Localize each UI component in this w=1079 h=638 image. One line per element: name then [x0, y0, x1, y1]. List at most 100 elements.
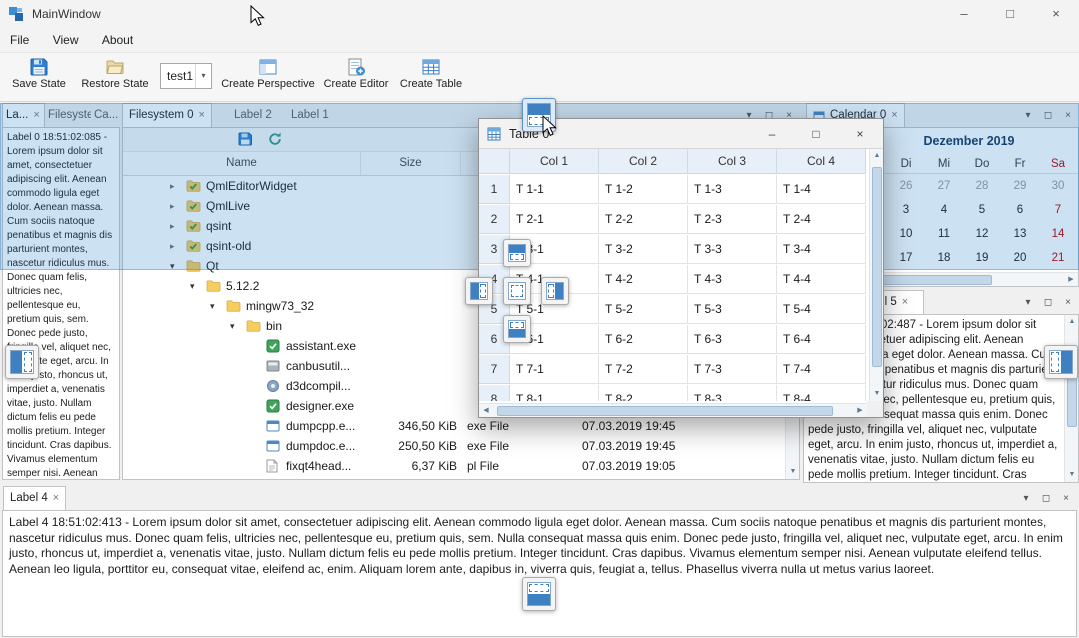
scroll-right-icon[interactable]: ▶: [853, 404, 867, 418]
label4-close-icon[interactable]: ×: [1058, 491, 1074, 506]
restore-state-button[interactable]: Restore State: [76, 55, 154, 100]
table-corner-header[interactable]: [479, 149, 510, 174]
window-maximize-button[interactable]: □: [987, 0, 1033, 28]
table-cell[interactable]: T 3-4: [777, 235, 866, 264]
drop-indicator-area-top[interactable]: [503, 239, 531, 267]
tree-item-name: bin: [266, 316, 282, 336]
drop-indicator-edge-bottom[interactable]: [522, 577, 556, 611]
table-cell[interactable]: T 1-2: [599, 175, 688, 204]
scroll-right-icon[interactable]: ▶: [1064, 273, 1078, 287]
exe-green-icon: [266, 399, 282, 413]
label4-float-icon[interactable]: ◻: [1038, 491, 1054, 506]
save-state-label: Save State: [6, 78, 72, 90]
tree-row[interactable]: fixqt4head...6,37 KiBpl File07.03.2019 1…: [123, 456, 785, 476]
table-cell[interactable]: T 7-1: [510, 355, 599, 384]
table-column-header[interactable]: Col 1: [510, 149, 599, 174]
table-cell[interactable]: T 6-2: [599, 325, 688, 354]
table-cell[interactable]: T 7-2: [599, 355, 688, 384]
table-row-header[interactable]: 1: [479, 175, 510, 204]
drop-indicator-area-right[interactable]: [541, 277, 569, 305]
table-row-header[interactable]: 7: [479, 355, 510, 384]
tree-expander-icon[interactable]: ▾: [230, 316, 244, 336]
scroll-up-icon[interactable]: ▲: [1065, 315, 1079, 329]
label5-vscrollbar[interactable]: ▲ ▼: [1064, 315, 1078, 482]
drop-indicator-edge-right[interactable]: [1044, 345, 1078, 379]
scroll-left-icon[interactable]: ◀: [479, 404, 493, 418]
table-cell[interactable]: T 1-3: [688, 175, 777, 204]
table-column-header[interactable]: Col 3: [688, 149, 777, 174]
save-state-button[interactable]: Save State: [6, 55, 72, 100]
table-cell[interactable]: T 1-1: [510, 175, 599, 204]
perspective-combo[interactable]: test1 ▾: [160, 63, 212, 89]
table-cell[interactable]: T 2-2: [599, 205, 688, 234]
create-editor-button[interactable]: Create Editor: [320, 55, 392, 100]
titlebar[interactable]: MainWindow – □ ×: [0, 0, 1079, 28]
table-cell[interactable]: T 5-3: [688, 295, 777, 324]
drop-indicator-edge-left[interactable]: [5, 345, 39, 379]
scroll-down-icon[interactable]: ▼: [870, 387, 884, 401]
create-perspective-icon: [258, 57, 278, 77]
label4-menu-icon[interactable]: ▾: [1018, 491, 1034, 506]
combo-dropdown-icon[interactable]: ▾: [195, 64, 211, 88]
table-row-header[interactable]: 2: [479, 205, 510, 234]
table-cell[interactable]: T 2-4: [777, 205, 866, 234]
drop-indicator-area-center[interactable]: [503, 277, 531, 305]
floating-minimize-button[interactable]: –: [757, 124, 787, 144]
tab-label4-close-icon[interactable]: ×: [53, 487, 59, 510]
scroll-down-icon[interactable]: ▼: [1065, 468, 1079, 482]
table-cell[interactable]: T 8-2: [599, 385, 688, 401]
floating-close-button[interactable]: ×: [845, 124, 875, 144]
table-cell[interactable]: T 1-4: [777, 175, 866, 204]
floating-table-window[interactable]: Table 0 – □ × Col 1Col 2Col 3Col 41T 1-1…: [478, 118, 884, 418]
table-cell[interactable]: T 4-3: [688, 265, 777, 294]
table-column-header[interactable]: Col 2: [599, 149, 688, 174]
scroll-down-icon[interactable]: ▼: [786, 465, 800, 479]
window-close-button[interactable]: ×: [1033, 0, 1079, 28]
tab-label5-close-icon[interactable]: ×: [902, 291, 908, 314]
scroll-up-icon[interactable]: ▲: [870, 149, 884, 163]
label4-content: Label 4 18:51:02:413 - Lorem ipsum dolor…: [2, 510, 1077, 637]
exe-win-icon: [266, 419, 282, 433]
menu-about[interactable]: About: [92, 28, 143, 52]
table-row-header[interactable]: 8: [479, 385, 510, 401]
table-cell[interactable]: T 7-4: [777, 355, 866, 384]
table-cell[interactable]: T 8-1: [510, 385, 599, 401]
table-cell[interactable]: T 6-4: [777, 325, 866, 354]
table-cell[interactable]: T 5-2: [599, 295, 688, 324]
table-cell[interactable]: T 7-3: [688, 355, 777, 384]
label5-menu-icon[interactable]: ▾: [1020, 295, 1036, 310]
table-hscrollbar[interactable]: ◀ ▶: [479, 403, 867, 417]
tree-expander-icon[interactable]: ▾: [210, 296, 224, 316]
window-minimize-button[interactable]: –: [941, 0, 987, 28]
create-table-button[interactable]: Create Table: [398, 55, 464, 100]
tree-row[interactable]: dumpdoc.e...250,50 KiBexe File07.03.2019…: [123, 436, 785, 456]
table-vscrollbar[interactable]: ▲ ▼: [869, 149, 883, 401]
menu-file[interactable]: File: [0, 28, 39, 52]
tab-label4[interactable]: Label 4 ×: [3, 486, 66, 510]
drop-indicator-area-bottom[interactable]: [503, 315, 531, 343]
table-hscroll-handle[interactable]: [497, 406, 833, 416]
floating-maximize-button[interactable]: □: [801, 124, 831, 144]
drag-cursor: [542, 115, 562, 137]
table-cell[interactable]: T 2-3: [688, 205, 777, 234]
tree-expander-icon[interactable]: ▾: [190, 276, 204, 296]
label5-close-icon[interactable]: ×: [1060, 295, 1076, 310]
label5-float-icon[interactable]: ◻: [1040, 295, 1056, 310]
create-perspective-button[interactable]: Create Perspective: [220, 55, 316, 100]
table-vscroll-handle[interactable]: [872, 167, 882, 367]
menu-view[interactable]: View: [43, 28, 89, 52]
drop-indicator-area-left[interactable]: [465, 277, 493, 305]
tree-row[interactable]: dumpcpp.e...346,50 KiBexe File07.03.2019…: [123, 416, 785, 436]
table-cell[interactable]: T 2-1: [510, 205, 599, 234]
table-cell[interactable]: T 3-2: [599, 235, 688, 264]
table-cell[interactable]: T 5-4: [777, 295, 866, 324]
menubar: File View About: [0, 28, 1079, 53]
table-cell[interactable]: T 3-3: [688, 235, 777, 264]
table-cell[interactable]: T 4-4: [777, 265, 866, 294]
tab-label4-title: Label 4: [10, 487, 48, 510]
table-column-header[interactable]: Col 4: [777, 149, 866, 174]
table-cell[interactable]: T 6-3: [688, 325, 777, 354]
table-cell[interactable]: T 8-4: [777, 385, 866, 401]
table-cell[interactable]: T 4-2: [599, 265, 688, 294]
table-cell[interactable]: T 8-3: [688, 385, 777, 401]
